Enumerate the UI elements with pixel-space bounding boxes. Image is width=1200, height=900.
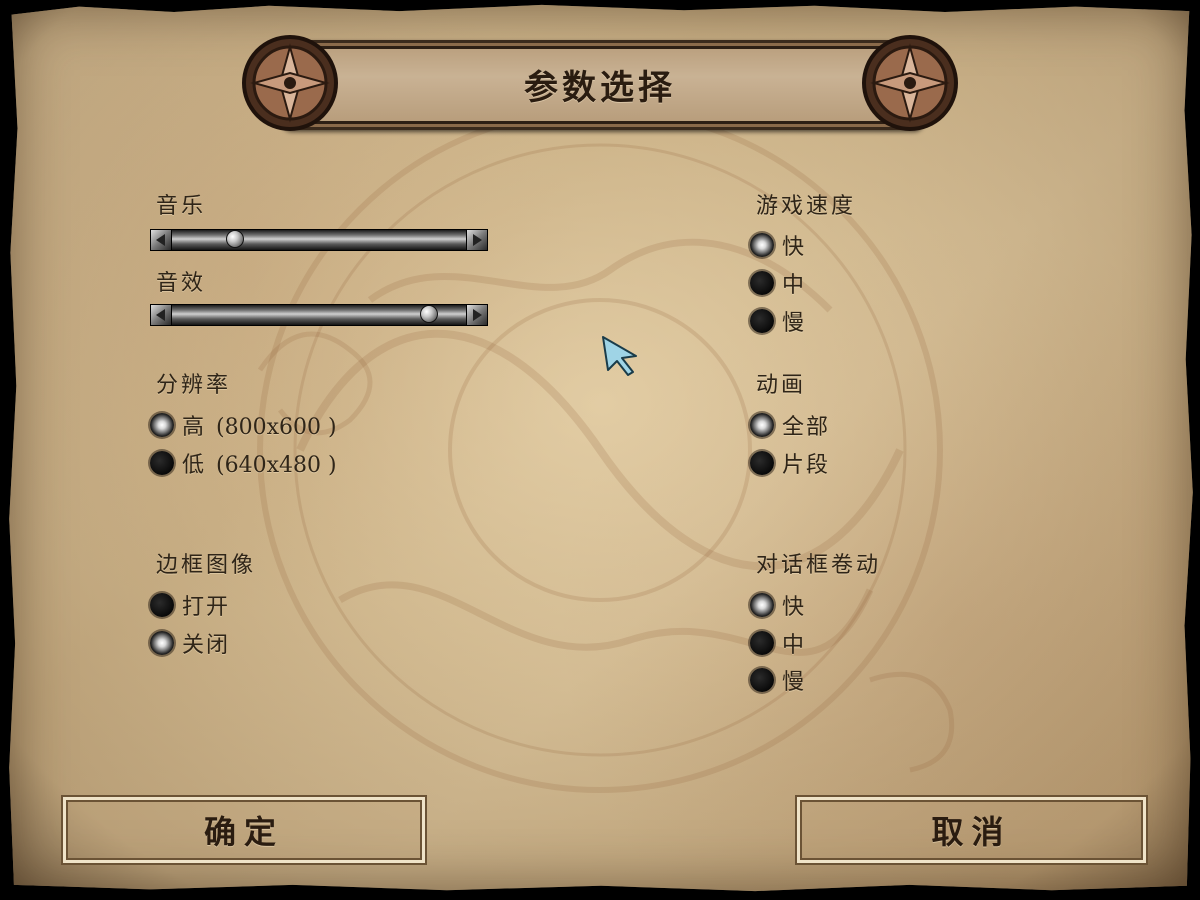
radio-label: 快 [782,595,807,620]
radio-label: 关闭 [182,633,231,658]
radio-label: 全部 [782,415,831,440]
animation-clips-radio[interactable]: 片段 [750,448,830,478]
resolution-label: 分辨率 [156,373,232,398]
game-speed-fast-radio[interactable]: 快 [750,230,806,260]
dialog-scroll-medium-radio[interactable]: 中 [750,628,806,658]
animation-all-radio[interactable]: 全部 [750,410,830,440]
slider-right-arrow-icon[interactable] [466,229,488,251]
slider-left-arrow-icon[interactable] [150,229,172,251]
music-slider[interactable] [150,226,488,254]
radio-label: 中 [782,633,807,658]
radio-label: 慢 [782,311,807,336]
slider-right-arrow-icon[interactable] [466,304,488,326]
title-banner: 参数选择 [240,32,960,134]
radio-label: 低 (640x480 ) [182,453,337,478]
arrow-cursor-icon [602,336,637,376]
dialog-scroll-label: 对话框卷动 [756,553,882,578]
game-speed-slow-radio[interactable]: 慢 [750,306,806,336]
radio-label: 片段 [782,453,831,478]
radio-dot[interactable] [150,593,174,617]
radio-dot[interactable] [750,413,774,437]
radio-dot[interactable] [750,668,774,692]
ok-button[interactable]: 确定 [63,797,425,863]
radio-label: 中 [782,273,807,298]
game-speed-medium-radio[interactable]: 中 [750,268,806,298]
music-label: 音乐 [156,194,207,219]
radio-dot[interactable] [750,271,774,295]
radio-label: 高 (800x600 ) [182,415,337,440]
radio-label: 快 [782,235,807,260]
radio-label: 慢 [782,670,807,695]
radio-dot[interactable] [150,413,174,437]
slider-left-arrow-icon[interactable] [150,304,172,326]
radio-dot[interactable] [150,451,174,475]
radio-label: 打开 [182,595,231,620]
options-screen: 参数选择 音乐 音效 分辨率 高 (800x600 ) 低 (640x480 ) 边… [0,0,1200,900]
radio-dot[interactable] [750,309,774,333]
slider-track[interactable] [150,229,488,251]
border-image-label: 边框图像 [156,553,257,578]
resolution-high-radio[interactable]: 高 (800x600 ) [150,410,337,440]
page-title: 参数选择 [524,68,676,108]
animation-label: 动画 [756,373,807,398]
dialog-scroll-slow-radio[interactable]: 慢 [750,665,806,695]
resolution-low-radio[interactable]: 低 (640x480 ) [150,448,337,478]
radio-dot[interactable] [750,451,774,475]
radio-dot[interactable] [750,593,774,617]
radio-dot[interactable] [750,631,774,655]
slider-knob[interactable] [225,230,244,248]
border-image-off-radio[interactable]: 关闭 [150,628,230,658]
border-image-on-radio[interactable]: 打开 [150,590,230,620]
cancel-button[interactable]: 取消 [797,797,1146,863]
radio-dot[interactable] [750,233,774,257]
game-speed-label: 游戏速度 [756,194,857,219]
sound-effects-label: 音效 [156,271,207,296]
dialog-scroll-fast-radio[interactable]: 快 [750,590,806,620]
sound-effects-slider[interactable] [150,301,488,329]
radio-dot[interactable] [150,631,174,655]
